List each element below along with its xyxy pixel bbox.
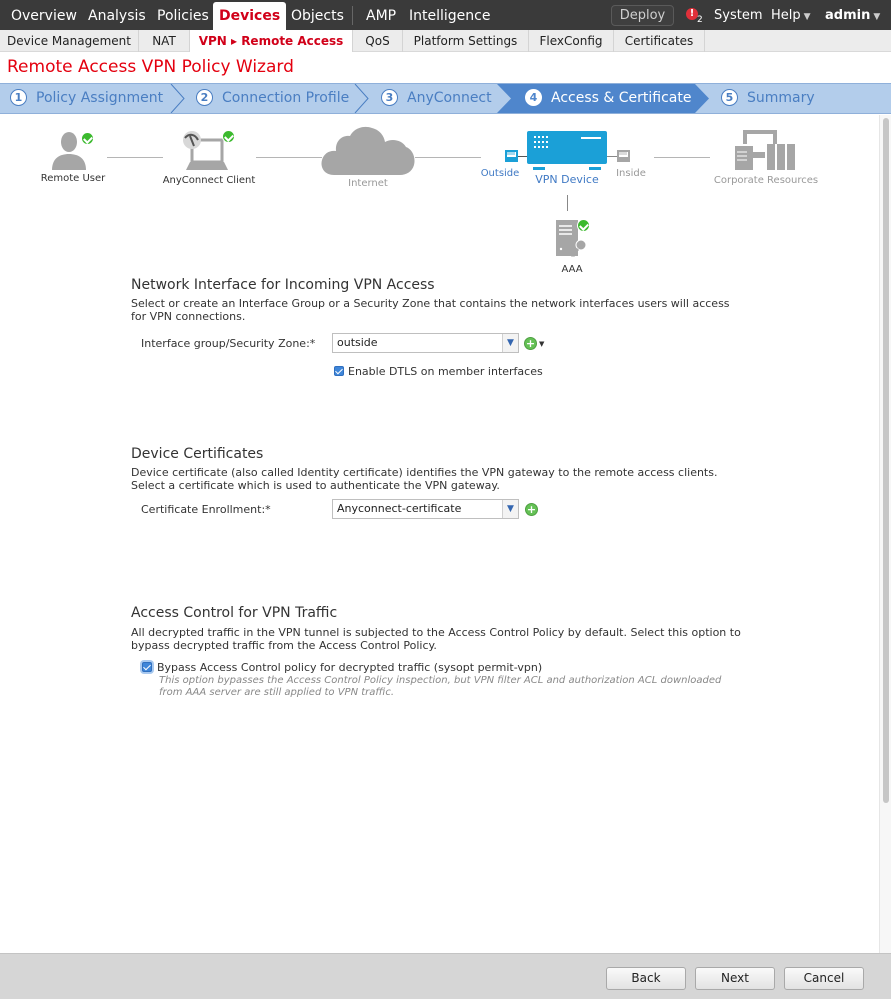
dtls-label: Enable DTLS on member interfaces	[348, 365, 543, 378]
step-number: 5	[721, 89, 738, 106]
wizard-step-connection-profile[interactable]: 2 Connection Profile	[196, 84, 349, 113]
add-icon[interactable]: +	[524, 337, 537, 350]
connector-line	[256, 157, 322, 158]
bypass-acp-label: Bypass Access Control policy for decrypt…	[157, 661, 543, 674]
check-icon	[577, 219, 590, 232]
certificate-enrollment-select[interactable]: Anyconnect-certificate ▼	[332, 499, 519, 519]
outside-port-icon	[505, 150, 518, 162]
connector-line	[567, 195, 568, 211]
help-label: Help	[771, 8, 801, 23]
wizard-step-access-certificate[interactable]: 4 Access & Certificate	[525, 84, 691, 113]
page-title: Remote Access VPN Policy Wizard	[7, 57, 294, 77]
step-label: AnyConnect	[407, 90, 492, 106]
nav-devices[interactable]: Devices	[213, 2, 287, 30]
top-nav: Overview Analysis Policies Devices Objec…	[0, 0, 891, 30]
outside-label: Outside	[480, 168, 520, 179]
wizard-step-anyconnect[interactable]: 3 AnyConnect	[381, 84, 492, 113]
connector-line	[415, 157, 481, 158]
wizard-step-summary[interactable]: 5 Summary	[721, 84, 815, 113]
network-interface-description: Select or create an Interface Group or a…	[131, 297, 730, 323]
certificate-enrollment-label: Certificate Enrollment:*	[141, 503, 271, 516]
access-control-description: All decrypted traffic in the VPN tunnel …	[131, 626, 741, 652]
chevron-down-icon: ▼	[873, 12, 881, 22]
interface-zone-select[interactable]: outside ▼	[332, 333, 519, 353]
vpn-device-label: VPN Device	[535, 173, 599, 186]
subnav-platform-settings[interactable]: Platform Settings	[403, 30, 529, 52]
aaa-label: AAA	[561, 264, 583, 275]
step-separator-icon	[170, 84, 185, 113]
step-label: Connection Profile	[222, 90, 350, 106]
nav-analysis[interactable]: Analysis	[88, 0, 146, 30]
cancel-button[interactable]: Cancel	[784, 967, 864, 990]
device-certificates-description: Device certificate (also called Identity…	[131, 466, 718, 492]
connector-line	[607, 156, 617, 157]
step-number: 2	[196, 89, 213, 106]
connector-line	[654, 157, 710, 158]
chevron-down-icon[interactable]: ▼	[502, 500, 518, 518]
chevron-down-icon: ▼	[803, 12, 811, 22]
wizard-content	[0, 115, 880, 953]
nav-intelligence[interactable]: Intelligence	[409, 0, 490, 30]
subnav-qos[interactable]: QoS	[353, 30, 403, 52]
internet-cloud-icon	[321, 126, 415, 175]
subnav-device-management[interactable]: Device Management	[0, 30, 139, 52]
user-label: admin	[825, 8, 871, 23]
inside-label: Inside	[616, 168, 646, 179]
inside-port-icon	[617, 150, 630, 162]
bypass-acp-hint: This option bypasses the Access Control …	[159, 675, 722, 698]
caret-down-icon[interactable]: ▼	[539, 340, 544, 348]
interface-zone-value: outside	[337, 336, 378, 349]
subnav-nat[interactable]: NAT	[139, 30, 190, 52]
add-icon[interactable]: +	[525, 503, 538, 516]
corporate-resources-icon	[735, 130, 795, 170]
step-number: 4	[525, 89, 542, 106]
step-number: 3	[381, 89, 398, 106]
back-button[interactable]: Back	[606, 967, 686, 990]
nav-policies[interactable]: Policies	[157, 0, 209, 30]
network-interface-title: Network Interface for Incoming VPN Acces…	[131, 277, 435, 293]
nav-help[interactable]: Help ▼	[771, 0, 811, 30]
wizard-steps: 1 Policy Assignment 2 Connection Profile 3…	[0, 83, 891, 114]
wizard-step-policy-assignment[interactable]: 1 Policy Assignment	[10, 84, 163, 113]
remote-user-label: Remote User	[40, 173, 106, 184]
bypass-acp-checkbox[interactable]	[142, 662, 152, 672]
connector-line	[107, 157, 163, 158]
vpn-device-icon	[527, 131, 607, 170]
dtls-checkbox[interactable]	[334, 366, 344, 376]
nav-amp[interactable]: AMP	[366, 0, 396, 30]
chevron-down-icon[interactable]: ▼	[502, 334, 518, 352]
device-certificates-title: Device Certificates	[131, 446, 264, 462]
nav-system[interactable]: System	[714, 0, 762, 30]
wizard-footer: Back Next Cancel	[0, 953, 891, 999]
alert-count: 2	[697, 15, 703, 25]
step-label: Summary	[747, 90, 815, 106]
check-icon	[81, 132, 94, 145]
user-menu[interactable]: admin ▼	[825, 0, 880, 30]
access-control-title: Access Control for VPN Traffic	[131, 605, 338, 621]
scrollbar-thumb[interactable]	[883, 118, 889, 803]
anyconnect-client-label: AnyConnect Client	[162, 175, 256, 186]
step-number: 1	[10, 89, 27, 106]
check-icon	[222, 130, 235, 143]
step-label: Access & Certificate	[551, 90, 692, 106]
interface-zone-label: Interface group/Security Zone:*	[141, 337, 316, 350]
nav-objects[interactable]: Objects	[291, 0, 344, 30]
step-label: Policy Assignment	[36, 90, 164, 106]
corporate-resources-label: Corporate Resources	[713, 175, 819, 186]
subnav-certificates[interactable]: Certificates	[614, 30, 705, 52]
subnav-vpn-remote-access[interactable]: VPN ▸ Remote Access	[190, 30, 353, 52]
certificate-enrollment-value: Anyconnect-certificate	[337, 502, 462, 515]
nav-overview[interactable]: Overview	[11, 0, 77, 30]
deploy-button[interactable]: Deploy	[611, 5, 674, 26]
nav-divider	[352, 6, 353, 25]
next-button[interactable]: Next	[695, 967, 775, 990]
sub-nav: Device Management NAT VPN ▸ Remote Acces…	[0, 30, 891, 52]
step-separator-icon	[354, 84, 369, 113]
subnav-flexconfig[interactable]: FlexConfig	[529, 30, 614, 52]
internet-label: Internet	[348, 178, 388, 189]
